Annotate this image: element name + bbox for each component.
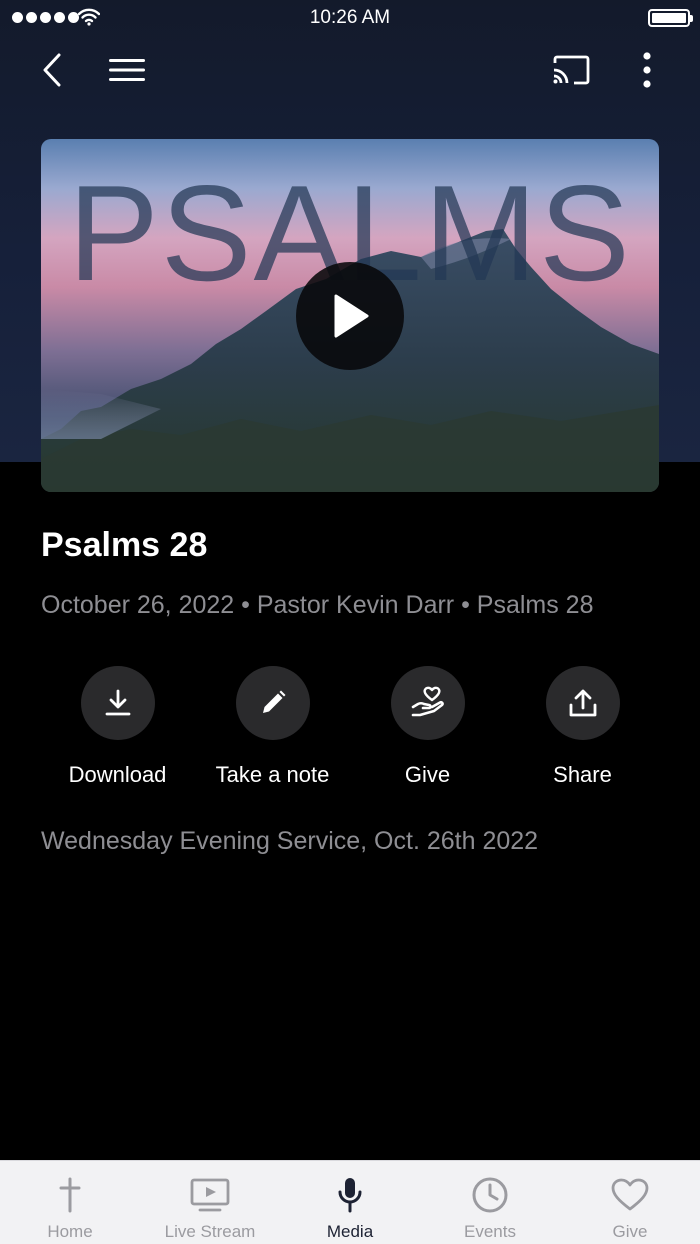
tab-give-label: Give [612, 1222, 648, 1241]
tab-bar: Home Live Stream Media Events Give [0, 1160, 700, 1244]
tab-home[interactable]: Home [0, 1161, 140, 1244]
share-icon [569, 689, 596, 717]
sermon-description: Wednesday Evening Service, Oct. 26th 202… [41, 827, 539, 855]
give-button[interactable]: Give [350, 666, 505, 788]
back-icon [43, 53, 61, 87]
clock-icon [472, 1177, 508, 1213]
tab-media-label: Media [326, 1222, 374, 1241]
menu-button[interactable] [105, 48, 149, 92]
tab-home-label: Home [47, 1222, 93, 1241]
tab-live-stream-label: Live Stream [164, 1222, 256, 1241]
battery-icon [648, 9, 693, 27]
more-options-button[interactable] [625, 48, 669, 92]
pencil-icon [262, 690, 285, 713]
sermon-video-thumbnail[interactable]: PSALMS [41, 139, 659, 492]
download-label: Download [68, 762, 167, 787]
microphone-icon [338, 1178, 362, 1213]
sermon-meta: October 26, 2022 • Pastor Kevin Darr • P… [41, 591, 594, 619]
download-button[interactable]: Download [40, 666, 195, 788]
action-row: Download Take a note Give Share [40, 666, 660, 796]
tv-play-icon [190, 1178, 230, 1212]
share-button[interactable]: Share [505, 666, 660, 788]
cast-button[interactable] [549, 48, 593, 92]
play-button[interactable] [296, 262, 404, 370]
cross-icon [59, 1177, 81, 1213]
tab-events-label: Events [464, 1222, 516, 1241]
tab-media[interactable]: Media [280, 1161, 420, 1244]
menu-icon [109, 59, 145, 81]
give-heart-hand-icon [411, 686, 444, 717]
status-time: 10:26 AM [309, 7, 391, 28]
give-label: Give [404, 762, 451, 787]
more-vertical-icon [643, 52, 651, 88]
tab-give[interactable]: Give [560, 1161, 700, 1244]
share-label: Share [553, 762, 612, 787]
sermon-title: Psalms 28 [41, 526, 208, 564]
back-button[interactable] [30, 48, 74, 92]
status-bar: 10:26 AM [0, 0, 700, 36]
download-icon [105, 689, 130, 716]
cast-icon [553, 55, 590, 85]
tab-events[interactable]: Events [420, 1161, 560, 1244]
take-note-label: Take a note [215, 762, 330, 787]
tab-live-stream[interactable]: Live Stream [140, 1161, 280, 1244]
play-icon [334, 294, 369, 338]
heart-icon [611, 1178, 649, 1211]
take-note-button[interactable]: Take a note [195, 666, 350, 788]
